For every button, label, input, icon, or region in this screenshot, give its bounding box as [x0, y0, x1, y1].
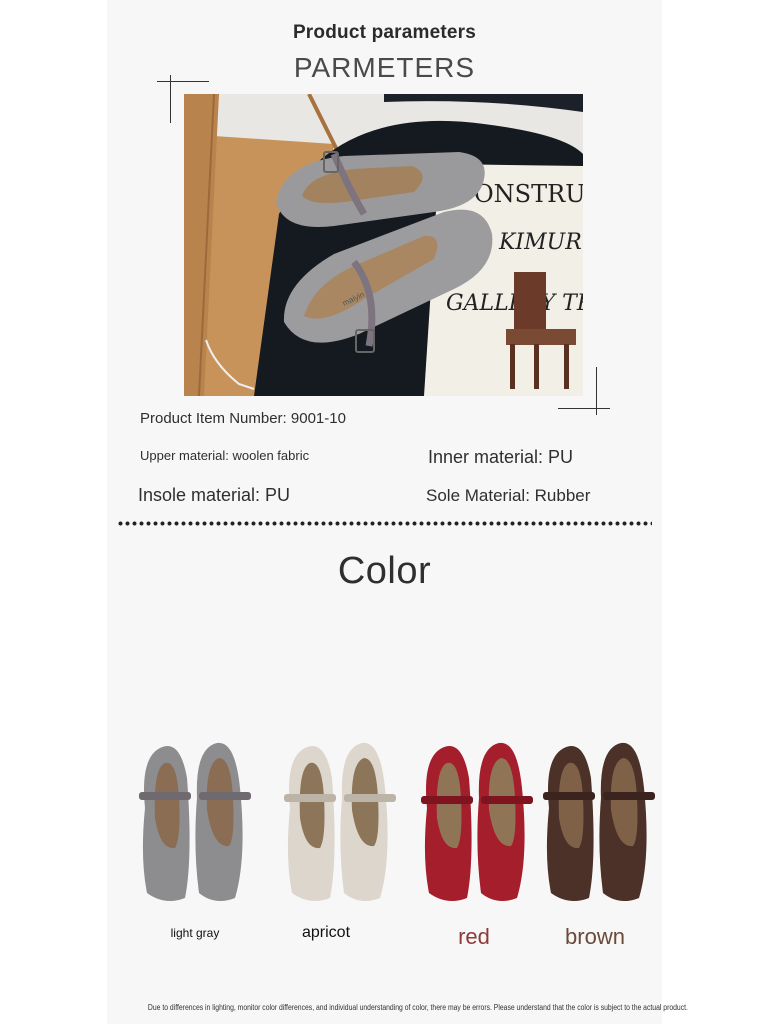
color-label-apricot: apricot	[301, 924, 351, 941]
color-option-red[interactable]	[417, 738, 537, 908]
product-detail-page: Product parameters PARMETERS ONSTRUCT KI…	[107, 0, 688, 1024]
product-photo: ONSTRUCT KIMUR GALLERY TR maiyi	[184, 94, 583, 396]
corner-crosshair-top-left	[170, 75, 171, 123]
color-label-brown: brown	[565, 924, 625, 949]
insole-material: Insole material: PU	[138, 485, 291, 505]
color-option-brown[interactable]	[539, 738, 659, 908]
color-label-light-gray: light gray	[170, 926, 220, 940]
color-section-title: Color	[337, 550, 432, 592]
inner-material: Inner material: PU	[428, 447, 574, 467]
color-option-apricot[interactable]	[280, 738, 400, 908]
section-subtitle: PARMETERS	[293, 52, 476, 83]
color-label-red: red	[458, 924, 490, 949]
section-title: Product parameters	[292, 22, 477, 43]
corner-crosshair-top-left-h	[157, 81, 209, 82]
book-text-2: KIMUR	[498, 230, 582, 255]
corner-crosshair-bottom-right-h	[558, 408, 610, 409]
color-disclaimer: Due to differences in lighting, monitor …	[147, 1003, 688, 1012]
sole-material: Sole Material: Rubber	[426, 486, 591, 505]
dotted-divider	[117, 520, 652, 528]
item-number: Product Item Number: 9001-10	[140, 410, 346, 427]
upper-material: Upper material: woolen fabric	[140, 448, 310, 463]
color-option-light-gray[interactable]	[135, 738, 255, 908]
book-text-1: ONSTRUCT	[474, 180, 583, 208]
